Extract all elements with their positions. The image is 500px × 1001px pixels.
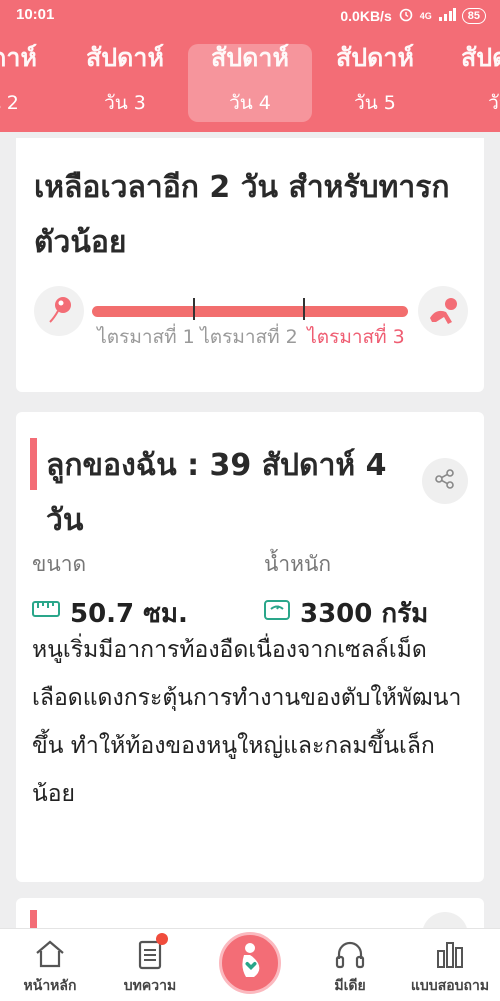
weight-metric: 3300 กรัม [264,594,428,624]
section-accent-bar [30,438,37,490]
bar-chart-icon [400,937,500,971]
tab-day: วัน 3 [104,92,146,114]
headphones-icon [300,937,400,971]
battery-indicator: 85 [461,7,486,24]
tab-day-6[interactable]: สัปดาห์ วัน [438,43,500,122]
scale-icon [264,600,290,624]
nav-home[interactable]: หน้าหลัก [0,937,100,997]
tab-day: วัน 2 [0,92,19,114]
network-type: 4G [419,10,432,21]
tab-title: สัปดาห์ [336,43,414,72]
tab-day: วัน 5 [354,92,396,114]
trimester-2-label: ไตรมาสที่ 2 [200,326,298,348]
tab-day-4[interactable]: สัปดาห์ วัน 4 [188,43,312,122]
tab-title: สัปดาห์ [461,43,500,72]
network-speed: 0.0KB/s [340,7,392,24]
week-tabs: สัปดาห์ วัน 2 สัปดาห์ วัน 3 สัปดาห์ วัน … [0,32,500,132]
trimester-divider [303,298,305,320]
tab-day: วัน [488,92,500,114]
pregnant-woman-icon [232,941,268,985]
status-indicators: 0.0KB/s 4G 85 [340,6,486,25]
nav-quiz[interactable]: แบบสอบถาม [400,937,500,997]
baby-crawling-icon [418,286,468,336]
notification-dot [156,933,168,945]
status-time: 10:01 [16,6,55,23]
trimester-1-label: ไตรมาสที่ 1 [97,326,195,348]
share-icon [434,468,456,494]
trimester-progress-bar [92,306,408,317]
tab-title: สัปดาห์ [86,43,164,72]
weight-value: 3300 กรัม [300,599,429,624]
size-value: 50.7 ซม. [70,599,188,624]
status-bar: 10:01 0.0KB/s 4G 85 [0,0,500,32]
pregnancy-center-button[interactable] [219,932,281,994]
home-icon [0,937,100,971]
baby-info-card: ลูกของฉัน : 39 สัปดาห์ 4 วัน ขนาด น้ำหนั… [16,412,484,882]
countdown-text: เหลือเวลาอีก 2 วัน สำหรับทารกตัวน้อย [34,170,450,260]
nav-articles[interactable]: บทความ [100,933,200,997]
trimester-divider [193,298,195,320]
trimester-3-label: ไตรมาสที่ 3 [307,326,405,348]
baby-description: หนูเริ่มมีอาการท้องอืดเนื่องจากเซลล์เม็ด… [32,637,462,807]
tab-day-5[interactable]: สัปดาห์ วัน 5 [313,43,437,122]
nav-articles-label: บทความ [123,978,177,994]
alarm-icon [398,6,414,25]
tab-day: วัน 4 [229,92,271,114]
sperm-egg-icon [34,286,84,336]
countdown-card: เหลือเวลาอีก 2 วัน สำหรับทารกตัวน้อย ไตร… [16,138,484,392]
nav-home-label: หน้าหลัก [23,978,77,994]
tab-title: สัปดาห์ [0,43,37,72]
article-icon [100,933,200,971]
baby-title: ลูกของฉัน : 39 สัปดาห์ 4 วัน [46,448,387,538]
tab-day-3[interactable]: สัปดาห์ วัน 3 [63,43,187,122]
signal-icon [438,7,456,24]
nav-media[interactable]: มีเดีย [300,937,400,997]
nav-media-label: มีเดีย [334,978,366,994]
tab-title: สัปดาห์ [211,43,289,72]
size-label: ขนาด [32,552,87,576]
share-button[interactable] [422,458,468,504]
nav-quiz-label: แบบสอบถาม [410,978,490,994]
ruler-icon [32,600,60,622]
tab-day-2[interactable]: สัปดาห์ วัน 2 [0,43,60,122]
size-metric: 50.7 ซม. [32,594,188,624]
weight-label: น้ำหนัก [264,552,332,576]
